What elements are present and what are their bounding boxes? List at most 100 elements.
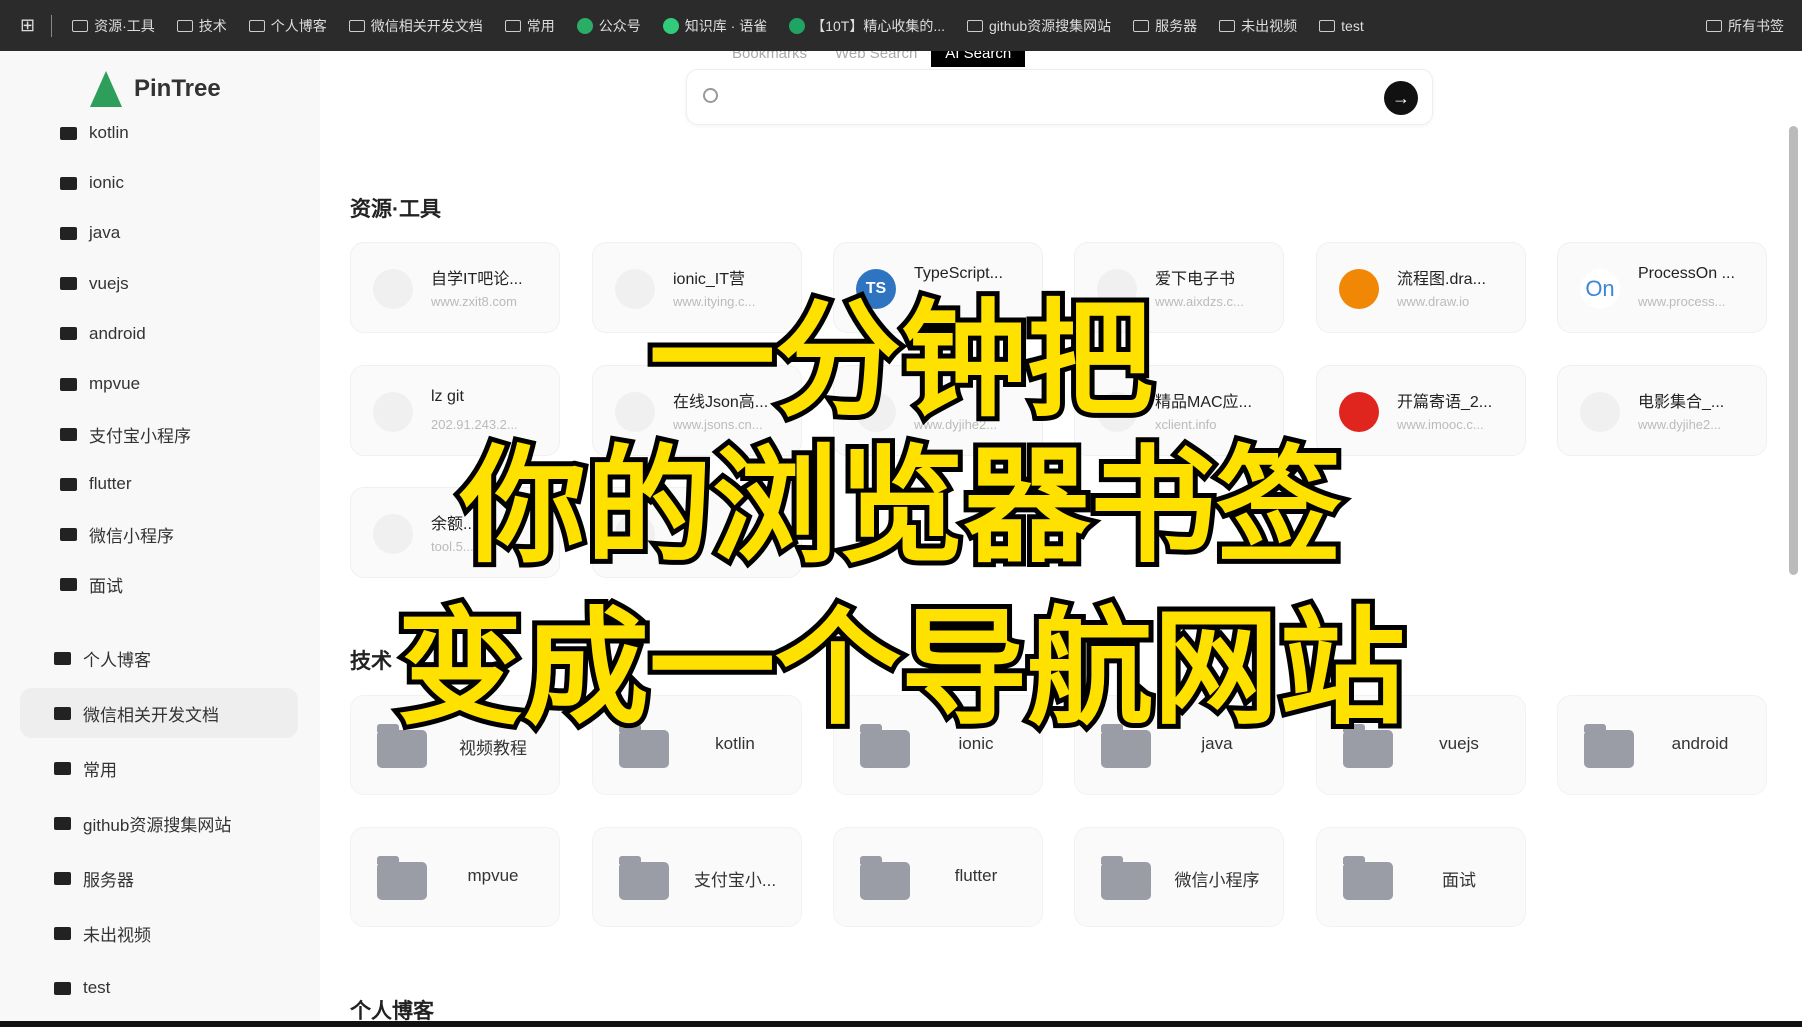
folder-icon [504,19,521,32]
sidebar-item-label: 未出视频 [83,925,151,945]
submit-arrow-button[interactable]: → [1384,81,1418,115]
sidebar-item[interactable]: 面试 [60,565,123,605]
bookmark-label: 公众号 [598,17,641,34]
search-input[interactable] [731,80,1351,116]
folder-icon [1319,19,1336,32]
folder-card[interactable]: 支付宝小... [592,827,802,927]
card-title: TypeScript... [914,265,1003,282]
bookmark-item[interactable]: 技术 [176,16,227,36]
bookmark-label: github资源搜集网站 [989,17,1112,34]
sidebar-item[interactable]: java [60,213,120,253]
folder-icon [348,19,365,32]
logo[interactable]: PinTree [90,71,221,107]
folder-icon [967,19,984,32]
sidebar-item[interactable]: 未出视频 [54,913,151,953]
folder-name: 面试 [1442,871,1476,890]
tab[interactable]: AI Search [931,51,1026,67]
bookmark-item[interactable]: github资源搜集网站 [967,16,1111,36]
folder-icon [54,871,71,885]
folder-icon [1219,19,1236,32]
folder-icon [619,856,669,900]
pine-tree-icon [90,71,122,107]
folder-icon [176,19,193,32]
tab[interactable]: Bookmarks [718,51,821,67]
bookmark-label: 【10T】精心收集的... [811,17,946,34]
bottom-edge [0,1021,1802,1027]
sidebar-item-label: 支付宝小程序 [89,426,191,446]
bookmark-item[interactable]: 知识库 · 语雀 [662,16,767,36]
folder-name: android [1671,734,1729,753]
bookmark-item[interactable]: 微信相关开发文档 [348,16,483,36]
tab[interactable]: Web Search [821,51,931,67]
folder-icon [1706,19,1722,32]
sidebar-item-label: vuejs [89,273,129,293]
folder-card[interactable]: 面试 [1316,827,1526,927]
folder-icon [1584,724,1634,768]
folder-icon [54,981,71,995]
bookmark-item[interactable]: 【10T】精心收集的... [789,16,945,36]
bookmark-item[interactable]: 公众号 [576,16,641,36]
sidebar-item[interactable]: ionic [60,163,124,203]
bookmark-item[interactable]: 常用 [504,16,555,36]
overlay-caption-line: 一分钟把 [644,287,1158,434]
bookmark-item[interactable]: 未出视频 [1219,16,1297,36]
bookmark-item[interactable]: 个人博客 [248,16,327,36]
folder-card[interactable]: mpvue [350,827,560,927]
folder-icon [60,176,77,190]
bookmark-label: 技术 [198,17,227,34]
wechat-icon [576,17,593,34]
folder-name: 微信小程序 [1174,871,1260,890]
card-title: 流程图.dra... [1397,271,1486,288]
folder-name: flutter [954,866,998,885]
folder-icon [54,926,71,940]
card-title: 自学IT吧论... [431,271,523,288]
bookmark-item[interactable]: test [1319,16,1364,36]
sidebar-item-label: 服务器 [83,870,134,890]
folder-icon [54,761,71,775]
folder-name: mpvue [467,866,519,885]
folder-icon [60,427,77,441]
sidebar-item-label: ionic [89,173,124,193]
sidebar-item[interactable]: 服务器 [54,858,134,898]
folder-icon [54,816,71,830]
folder-icon [248,19,265,32]
apps-grid-icon[interactable]: ⊞ [20,15,35,36]
overlay-caption-line: 变成一个导航网站 [392,595,1410,742]
bookmark-label: 未出视频 [1241,17,1298,34]
bookmark-label: 服务器 [1155,17,1198,34]
bookmark-label: 个人博客 [270,17,327,34]
search-box: → [686,69,1433,125]
sidebar-item[interactable]: kotlin [60,113,129,153]
bookmark-label: test [1341,17,1364,34]
sidebar-item[interactable]: test [54,968,110,1008]
sidebar-item[interactable]: github资源搜集网站 [54,803,231,843]
all-bookmarks-label: 所有书签 [1728,17,1784,34]
folder-card[interactable]: 微信小程序 [1074,827,1284,927]
bookmark-item[interactable]: 资源·工具 [72,16,155,36]
search-icon [703,88,718,103]
folder-icon [1343,856,1393,900]
folder-icon [60,226,77,240]
sidebar-item-label: java [89,223,121,243]
all-bookmarks-button[interactable]: 所有书签 [1706,0,1784,51]
card-title: 爱下电子书 [1155,271,1236,288]
divider [51,14,53,37]
folder-card[interactable]: flutter [833,827,1043,927]
logo-text: PinTree [134,75,221,102]
card-title: ProcessOn ... [1638,265,1735,282]
folder-icon [60,578,77,592]
sidebar-item[interactable]: 常用 [54,748,117,788]
search-tabs: Bookmarks Web Search AI Search [718,51,1026,67]
sidebar-item-label: github资源搜集网站 [83,815,232,835]
bookmark-item[interactable]: 服务器 [1133,16,1197,36]
folder-icon [860,856,910,900]
folder-icon [377,856,427,900]
folder-name: vuejs [1439,734,1479,753]
folder-icon [1133,19,1150,32]
bookmark-label: 资源·工具 [94,17,155,34]
bookmark-label: 常用 [526,17,555,34]
folder-icon [72,19,89,32]
folder-icon [60,126,77,140]
bookmark-label: 微信相关开发文档 [370,17,483,34]
sidebar-item-label: kotlin [89,123,129,142]
